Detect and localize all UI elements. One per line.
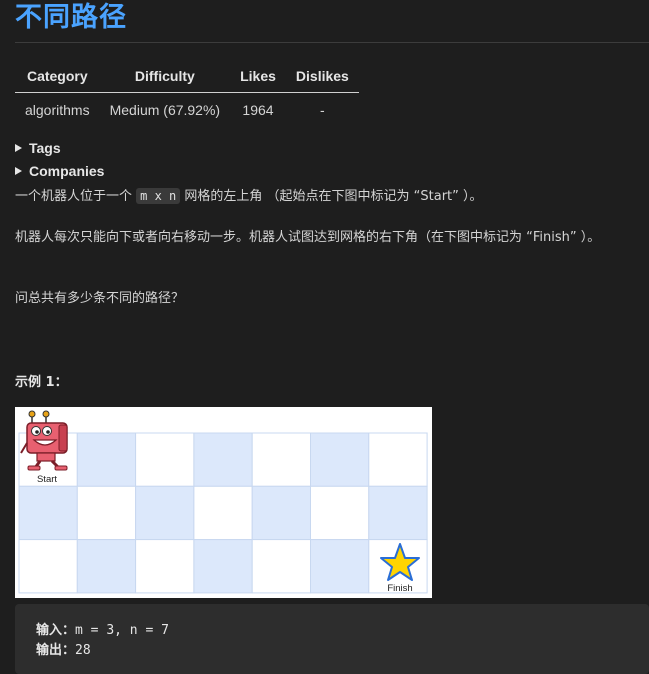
grid-cell (251, 432, 311, 487)
example-grid-figure: Start Finish (15, 407, 432, 598)
companies-toggle-label: Companies (29, 163, 105, 179)
meta-header-row: Category Difficulty Likes Dislikes (15, 60, 359, 93)
meta-header-dislikes: Dislikes (285, 60, 359, 93)
description-p1-end: 网格的左上角 （起始点在下图中标记为 “Start” ）。 (180, 189, 483, 204)
grid-size-code: m x n (136, 188, 181, 204)
companies-toggle[interactable]: Companies (15, 163, 104, 179)
grid-cell (251, 485, 311, 541)
output-value: 28 (75, 643, 91, 658)
tags-toggle-label: Tags (29, 140, 61, 156)
example-code-block: 输入：m = 3, n = 7 输出：28 (15, 604, 649, 674)
meta-category: algorithms (25, 102, 90, 118)
meta-likes: 1964 (242, 102, 274, 118)
description-p1-start: 一个机器人位于一个 (15, 189, 137, 204)
grid-cell (251, 539, 311, 594)
grid-cell (193, 539, 253, 594)
meta-dislikes: - (320, 102, 325, 118)
tags-toggle[interactable]: Tags (15, 140, 61, 156)
description-paragraph-2: 机器人每次只能向下或者向右移动一步。机器人试图达到网格的右下角（在下图中标记为 … (15, 230, 601, 245)
grid-cell (310, 539, 370, 594)
problem-title: 不同路径 (15, 2, 127, 33)
output-line: 输出：28 (36, 641, 649, 661)
grid-cell (193, 485, 253, 541)
grid-cell (310, 485, 370, 541)
input-value: m = 3, n = 7 (75, 623, 169, 638)
grid-cell (135, 432, 195, 487)
grid-cell (18, 539, 78, 594)
output-label: 输出： (36, 643, 76, 658)
expand-triangle-icon (15, 167, 22, 175)
grid-svg: Start Finish (18, 410, 428, 594)
problem-meta-table: Category Difficulty Likes Dislikes algor… (15, 60, 359, 127)
grid-cell (310, 432, 370, 487)
input-line: 输入：m = 3, n = 7 (36, 621, 649, 641)
grid-cell (193, 432, 253, 487)
example-title: 示例 1： (15, 375, 68, 390)
description-paragraph-3: 问总共有多少条不同的路径？ (15, 291, 185, 306)
meta-row: algorithms Medium (67.92%) 1964 - (15, 93, 359, 128)
grid-cell (76, 539, 137, 594)
meta-difficulty: Medium (67.92%) (109, 102, 221, 118)
meta-header-difficulty: Difficulty (99, 60, 231, 93)
description-paragraph-1: 一个机器人位于一个 m x n 网格的左上角 （起始点在下图中标记为 “Star… (15, 184, 641, 209)
expand-triangle-icon (15, 144, 22, 152)
grid-cell (135, 485, 195, 541)
grid-cell (76, 432, 137, 487)
start-label: Start (37, 474, 57, 485)
finish-label: Finish (387, 583, 412, 594)
grid-cell (135, 539, 195, 594)
meta-header-likes: Likes (230, 60, 286, 93)
title-divider (15, 42, 649, 43)
grid-cell (76, 485, 137, 541)
grid-cells (18, 432, 428, 594)
grid-cell (368, 485, 428, 541)
input-label: 输入： (36, 623, 76, 638)
grid-cell (368, 432, 428, 487)
meta-header-category: Category (15, 60, 100, 93)
grid-cell (18, 485, 78, 541)
